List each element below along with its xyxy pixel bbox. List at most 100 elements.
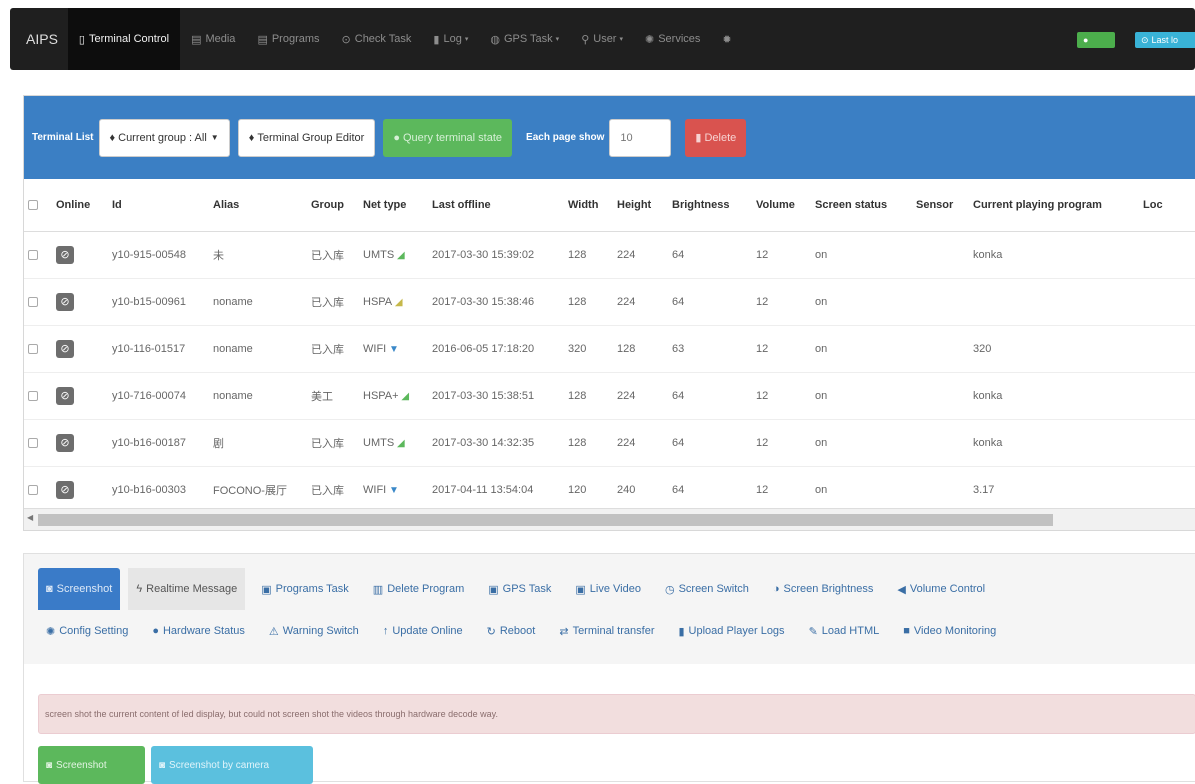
nav-item-gps-task[interactable]: ◍ GPS Task ▾ [479,8,570,70]
column-header: Brightness [668,179,752,232]
scrollbar-thumb[interactable] [38,514,1053,526]
nav-item-services[interactable]: ✺ Services [634,8,711,70]
save-icon: ▣ [575,583,586,596]
column-header: Height [613,179,668,232]
cell-value: 2017-03-30 14:32:35 [432,436,535,449]
nav-item-check-task[interactable]: ⊙ Check Task [331,8,423,70]
cell-value: 12 [756,342,769,355]
nav-item-settings[interactable]: ✹ [711,8,746,70]
cell-value: 320 [568,342,587,355]
tab-screen-switch[interactable]: ◷ Screen Switch [657,568,757,610]
tab-volume-control[interactable]: ◀ Volume Control [889,568,993,610]
tab-update-online[interactable]: ↑ Update Online [375,610,471,652]
scroll-left-icon[interactable]: ◀ [27,513,33,522]
row-checkbox[interactable] [28,437,38,448]
tab-warning-switch[interactable]: ⚠ Warning Switch [261,610,367,652]
query-terminal-state-label: Query terminal state [402,131,503,144]
tab-delete-program[interactable]: ▥ Delete Program [365,568,472,610]
cell-volume: 12 [752,325,811,373]
nav-item-programs[interactable]: ▤ Programs [246,8,330,70]
nav-item-terminal-control[interactable]: ▯ Terminal Control [67,8,181,70]
cell-value: 128 [568,436,587,449]
cell-value: konka [973,389,1003,402]
table-row[interactable]: ⊘ y10-116-01517 noname 已入库 WIFI ▼ 2016-06-05 … [24,325,1195,373]
globe-icon: ◍ [490,33,500,46]
screenshot-button[interactable]: ◙ Screenshot [38,746,145,784]
cell-net: HSPA ◢ [359,278,428,326]
query-terminal-state-button[interactable]: ● Query terminal state [383,118,513,157]
row-checkbox[interactable] [28,484,38,495]
tab-live-video[interactable]: ▣ Live Video [567,568,649,610]
select-all-header[interactable] [24,179,52,232]
cell-value: 128 [568,248,587,261]
tab-hardware-status[interactable]: ● Hardware Status [144,610,253,652]
nav-item-media[interactable]: ▤ Media [180,8,246,70]
cell-width: 320 [564,325,613,373]
brand-logo[interactable]: AIPS [26,31,58,47]
nav-item-log[interactable]: ▮ Log ▾ [422,8,479,70]
tab-screen-brightness[interactable]: ◑ Screen Brightness [765,568,882,610]
page-size-input[interactable]: 10 [609,118,672,157]
table-row[interactable]: ⊘ y10-915-00548 未 已入库 UMTS ◢ 2017-03-30 15:39… [24,231,1195,279]
cell-value: on [815,483,828,496]
page-size-label: Each page show [526,132,605,143]
table-row[interactable]: ⊘ y10-716-00074 noname 美工 HSPA+ ◢ 2017-03-30 … [24,372,1195,420]
cell-width: 128 [564,231,613,279]
cell-value: 240 [617,483,636,496]
tab-label: Reboot [499,625,536,637]
online-cell: ⊘ [52,466,108,514]
tab-programs-task[interactable]: ▣ Programs Task [253,568,357,610]
current-group-label: Current group : All [118,131,207,144]
tab-screenshot[interactable]: ◙ Screenshot [38,568,121,610]
horizontal-scrollbar[interactable]: ◀ [24,508,1195,530]
table-row[interactable]: ⊘ y10-b15-00961 noname 已入库 HSPA ◢ 2017-03-30 … [24,278,1195,326]
terminal-group-editor-button[interactable]: ♦ Terminal Group Editor [237,118,376,157]
table-row[interactable]: ⊘ y10-b16-00303 FOCONO-展厅 已入库 WIFI ▼ 2017-04-… [24,466,1195,514]
cell-id: y10-b15-00961 [108,278,209,326]
tab-gps-task[interactable]: ▣ GPS Task [480,568,559,610]
cell-value: UMTS [363,248,395,261]
tab-load-html[interactable]: ✎ Load HTML [801,610,888,652]
cell-net: WIFI ▼ [359,325,428,373]
last-login-button[interactable]: ⊙ Last lo [1135,32,1195,48]
screenshot-by-camera-button[interactable]: ◙ Screenshot by camera [151,746,313,784]
delete-button[interactable]: ▮ Delete [685,118,747,157]
nav-item-user[interactable]: ⚲ User ▾ [570,8,634,70]
trash-icon: ▥ [372,583,384,596]
film-icon: ▤ [191,33,202,46]
cell-brightness: 64 [668,466,752,514]
row-checkbox[interactable] [28,249,38,260]
cell-screen: on [811,372,912,420]
nav-item-label: Terminal Control [88,33,170,45]
table-row[interactable]: ⊘ y10-b16-00187 剧 已入库 UMTS ◢ 2017-03-30 14:32… [24,419,1195,467]
tab-upload-player-logs[interactable]: ▮ Upload Player Logs [670,610,792,652]
tab-label: Warning Switch [282,625,359,637]
cell-value: on [815,295,828,308]
cell-value: on [815,248,828,261]
cell-value: 3.17 [973,483,995,496]
row-checkbox[interactable] [28,390,38,401]
current-group-dropdown[interactable]: ♦ Current group : All ▼ [98,118,230,157]
cell-value: 2017-03-30 15:38:46 [432,295,535,308]
cell-value: 未 [213,249,224,262]
tab-video-monitoring[interactable]: ■ Video Monitoring [895,610,1004,652]
trash-icon: ▮ [695,132,702,144]
user-button[interactable]: ● [1077,32,1115,48]
info-icon: ● [393,131,400,144]
row-checkbox[interactable] [28,343,38,354]
tab-reboot[interactable]: ↻ Reboot [479,610,544,652]
cell-sensor [912,325,969,373]
cell-value: on [815,389,828,402]
tab-realtime-message[interactable]: ϟ Realtime Message [128,568,246,610]
tab-config-setting[interactable]: ✺ Config Setting [38,610,136,652]
cell-volume: 12 [752,231,811,279]
row-checkbox[interactable] [28,296,38,307]
tab-label: Upload Player Logs [688,625,785,637]
cell-sensor [912,278,969,326]
select-all-checkbox[interactable] [28,199,38,210]
tab-terminal-transfer[interactable]: ⇄ Terminal transfer [551,610,662,652]
user-icon: ⚲ [581,33,590,46]
cell-width: 120 [564,466,613,514]
tab-label: Hardware Status [162,625,245,637]
nav-item-label: GPS Task [503,33,553,45]
